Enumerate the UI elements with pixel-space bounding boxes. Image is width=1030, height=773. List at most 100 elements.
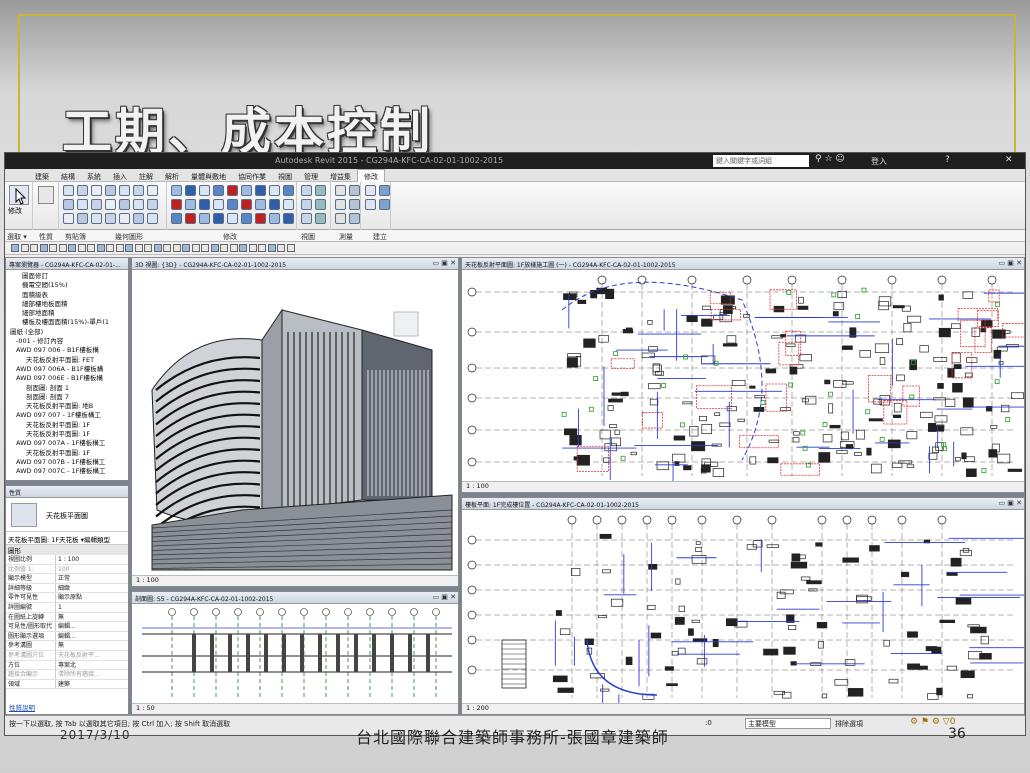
rg-mod-tool-icon[interactable] [301,199,312,210]
browser-item[interactable]: 剖面圖: 剖面 7 [6,393,128,402]
ribbon-panel-label-0[interactable]: 選取 ▾ [7,232,27,242]
quick-tool-icon[interactable] [20,244,29,252]
rg-geo-tool-icon[interactable] [241,185,252,196]
quick-tool-icon[interactable] [87,244,95,252]
rg-geo-tool-icon[interactable] [269,199,280,210]
quick-tool-icon[interactable] [49,244,57,252]
quick-tool-icon[interactable] [153,244,162,252]
property-row[interactable]: 圖形顯示選項 編輯... [6,631,128,642]
rg-meas-tool-icon[interactable] [379,199,390,210]
quick-tool-icon[interactable] [229,244,238,252]
quick-tool-icon[interactable] [201,244,209,252]
rg-clip-tool-icon[interactable] [91,199,102,210]
browser-item[interactable]: 天花板反射平面圖: FET [6,356,128,365]
quick-tool-icon[interactable] [125,244,133,252]
browser-item[interactable]: 細部樓地板面積 [6,300,128,309]
browser-item[interactable]: 圖面修訂 [6,272,128,281]
property-row[interactable]: 方位 專案北 [6,660,128,671]
quick-tool-icon[interactable] [144,244,152,252]
quick-tool-icon[interactable] [239,244,247,252]
quick-tool-icon[interactable] [39,244,48,252]
property-row[interactable]: 參考溝圖無 [6,641,128,651]
rg-view-tool-icon[interactable] [349,185,360,196]
quick-tool-icon[interactable] [11,244,19,252]
property-row[interactable]: 領域 建築 [6,679,128,690]
window-controls[interactable]: ▭ ▣ ✕ [432,593,456,601]
rg-geo-tool-icon[interactable] [185,199,196,210]
rg-meas-tool-icon[interactable] [365,185,376,196]
property-row[interactable]: 零件可見性 顯示原點 [6,593,128,603]
rg-geo-tool-icon[interactable] [185,185,196,196]
rg-geo-tool-icon[interactable] [185,213,196,224]
binoculars-icon[interactable]: ⚲ [815,154,822,164]
rg-clip-tool-icon[interactable] [147,199,158,210]
property-row[interactable]: 在圖紙上旋轉無 [6,612,128,623]
browser-item[interactable]: AWD 097 006 - B1F樓板構 [6,346,128,355]
property-row[interactable]: 詳圖編號 1 [6,602,128,613]
rg-view-tool-icon[interactable] [335,199,346,210]
rg-geo-tool-icon[interactable] [199,213,210,224]
browser-item[interactable]: 天花板反射平面圖: 地B [6,402,128,411]
property-row[interactable]: 牆接合顯示 清除所有牆接... [6,670,128,680]
quick-tool-icon[interactable] [267,244,276,252]
quick-tool-icon[interactable] [220,244,228,252]
rg-geo-tool-icon[interactable] [227,199,238,210]
browser-item[interactable]: AWD 097 007C - 1F樓板構工 [6,467,128,476]
quick-tool-icon[interactable] [30,244,38,252]
search-input[interactable]: 鍵入關鍵字或詞組 [713,155,809,167]
edit-type-button[interactable]: 編輯類型 [84,534,110,544]
rg-geo-tool-icon[interactable] [283,185,294,196]
browser-item[interactable]: 剖面圖: 剖面 1 [6,384,128,393]
rg-view-tool-icon[interactable] [335,185,346,196]
viewcube-icon[interactable] [393,311,419,337]
window-controls[interactable]: ▭ ▣ ✕ [998,259,1022,267]
rg-clip-tool-icon[interactable] [133,213,144,224]
quick-tool-icon[interactable] [115,244,124,252]
rg-geo-tool-icon[interactable] [171,213,182,224]
view-3d[interactable]: 3D 視圖: {3D} - CG294A-KFC-CA-02-01-1002-2… [131,257,459,587]
quick-tool-icon[interactable] [163,244,171,252]
rg-clip-tool-icon[interactable] [147,185,158,196]
rg-clip-tool-icon[interactable] [77,213,88,224]
rg-geo-tool-icon[interactable] [227,213,238,224]
rg-geo-tool-icon[interactable] [269,185,280,196]
rg-geo-tool-icon[interactable] [213,199,224,210]
quick-tool-icon[interactable] [106,244,114,252]
rg-clip-tool-icon[interactable] [63,213,74,224]
property-row[interactable]: 可見性/圖形取代 編輯... [6,622,128,632]
type-selector[interactable]: 天花板平面圖 [6,498,128,532]
property-row[interactable]: 比例值 1: 100 [6,564,128,575]
user-icon[interactable]: ☺ [835,154,844,164]
browser-item[interactable]: AWD 097 007A - 1F樓板構工 [6,439,128,448]
quick-tool-icon[interactable] [182,244,190,252]
rg-mod-tool-icon[interactable] [315,199,326,210]
rg-clip-tool-icon[interactable] [105,213,116,224]
browser-item[interactable]: AWD 097 006A - B1F樓板構 [6,365,128,374]
rg-geo-tool-icon[interactable] [255,185,266,196]
properties-icon[interactable] [38,186,54,204]
view-selector[interactable]: 天花板平面圖: 1F天花板 ▾ [8,536,84,544]
rg-geo-tool-icon[interactable] [241,199,252,210]
rg-mod-tool-icon[interactable] [315,213,326,224]
rg-geo-tool-icon[interactable] [255,213,266,224]
quick-tool-icon[interactable] [210,244,219,252]
browser-item[interactable]: AWD 097 006E - B1F樓板構 [6,374,128,383]
rg-clip-tool-icon[interactable] [105,185,116,196]
rg-geo-tool-icon[interactable] [199,199,210,210]
view-section[interactable]: 剖面圖: S5 - CG294A-KFC-CA-02-01-1002-2015 ▭… [131,591,459,715]
window-close-icon[interactable]: ✕ [1005,155,1013,165]
rg-geo-tool-icon[interactable] [171,185,182,196]
rg-clip-tool-icon[interactable] [105,199,116,210]
quick-tool-icon[interactable] [277,244,285,252]
exclude-options-checkbox[interactable]: 排除選項 [835,719,863,729]
rg-clip-tool-icon[interactable] [119,185,130,196]
rg-geo-tool-icon[interactable] [269,213,280,224]
view-floor-plan[interactable]: 樓板平面: 1F完成樓位置 - CG294A-KFC-CA-02-01-1002… [461,497,1025,715]
rg-clip-tool-icon[interactable] [63,199,74,210]
quick-tool-icon[interactable] [58,244,67,252]
rg-clip-tool-icon[interactable] [91,185,102,196]
browser-item[interactable]: 天花板反射平面圖: 1F [6,421,128,430]
quick-tool-icon[interactable] [172,244,181,252]
rg-mod-tool-icon[interactable] [301,185,312,196]
property-row[interactable]: 參考溝圖方位 天花板反射平... [6,650,128,661]
